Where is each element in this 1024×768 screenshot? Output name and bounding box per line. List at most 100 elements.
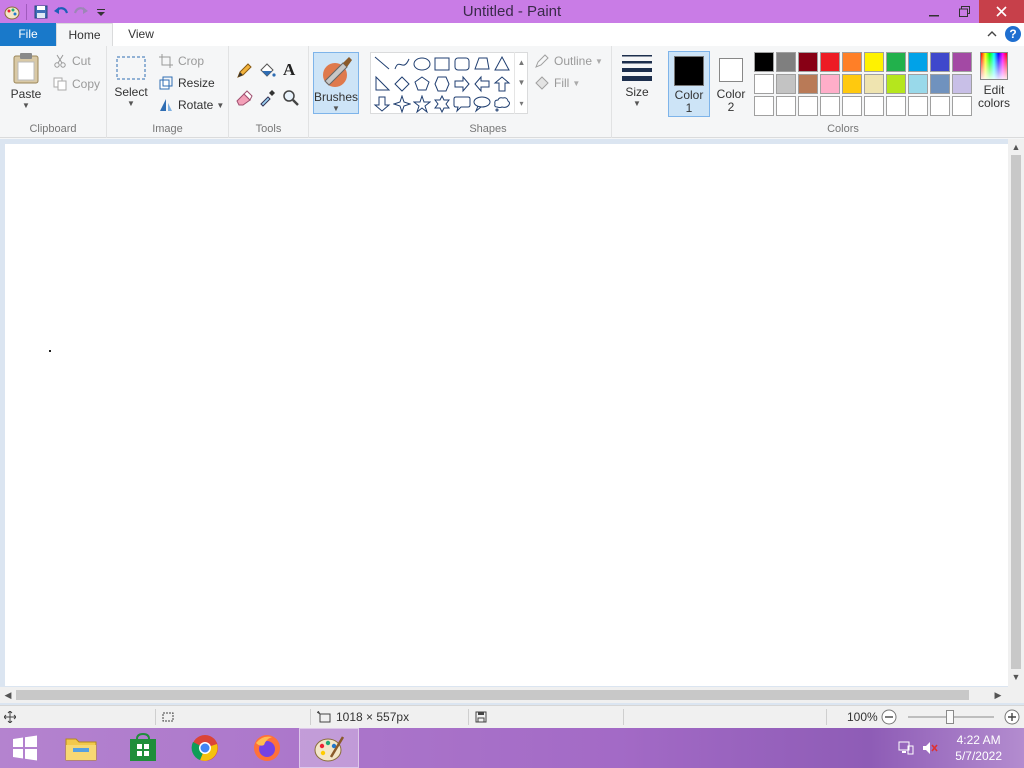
help-icon[interactable]: ? — [1005, 26, 1021, 42]
palette-swatch[interactable] — [754, 96, 774, 116]
palette-swatch[interactable] — [952, 52, 972, 72]
copy-button[interactable]: Copy — [52, 76, 100, 92]
minimize-button[interactable] — [919, 0, 949, 23]
scroll-down-icon[interactable]: ▼ — [518, 78, 526, 87]
size-button[interactable]: Size ▼ — [618, 52, 656, 116]
palette-swatch[interactable] — [820, 52, 840, 72]
horizontal-scroll-thumb[interactable] — [16, 690, 969, 700]
scroll-down-icon[interactable]: ▼ — [1008, 669, 1024, 685]
tab-file[interactable]: File — [0, 23, 56, 46]
vertical-scroll-thumb[interactable] — [1011, 155, 1021, 669]
four-point-star-shape-icon[interactable] — [392, 94, 412, 114]
palette-swatch[interactable] — [842, 96, 862, 116]
fill-button[interactable]: Fill ▼ — [534, 75, 580, 91]
pencil-tool[interactable] — [235, 62, 253, 80]
horizontal-scrollbar[interactable]: ◀ ▶ — [0, 687, 1008, 703]
up-arrow-shape-icon[interactable] — [492, 74, 512, 94]
magnifier-tool[interactable] — [282, 89, 300, 107]
brushes-button[interactable]: Brushes ▼ — [313, 52, 359, 114]
restore-button[interactable] — [949, 0, 979, 23]
zoom-slider[interactable] — [908, 710, 994, 724]
down-arrow-shape-icon[interactable] — [372, 94, 392, 114]
scroll-right-icon[interactable]: ▶ — [990, 687, 1006, 703]
palette-swatch[interactable] — [886, 74, 906, 94]
palette-swatch[interactable] — [952, 74, 972, 94]
polygon-shape-icon[interactable] — [472, 54, 492, 74]
palette-swatch[interactable] — [798, 96, 818, 116]
curve-shape-icon[interactable] — [392, 54, 412, 74]
crop-button[interactable]: Crop — [158, 53, 204, 69]
palette-swatch[interactable] — [908, 74, 928, 94]
save-icon[interactable] — [31, 2, 51, 22]
palette-swatch[interactable] — [930, 52, 950, 72]
color-picker-tool[interactable] — [258, 89, 276, 107]
close-button[interactable] — [979, 0, 1024, 23]
palette-swatch[interactable] — [798, 74, 818, 94]
rotate-button[interactable]: Rotate ▼ — [158, 97, 224, 113]
taskbar-file-explorer[interactable] — [51, 728, 111, 768]
right-arrow-shape-icon[interactable] — [452, 74, 472, 94]
pentagon-shape-icon[interactable] — [412, 74, 432, 94]
network-icon[interactable] — [896, 728, 916, 768]
scroll-up-icon[interactable]: ▲ — [518, 58, 526, 67]
taskbar-paint[interactable] — [299, 728, 359, 768]
line-shape-icon[interactable] — [372, 54, 392, 74]
palette-swatch[interactable] — [820, 74, 840, 94]
redo-icon[interactable] — [71, 2, 91, 22]
palette-swatch[interactable] — [930, 96, 950, 116]
palette-swatch[interactable] — [842, 52, 862, 72]
chevron-up-icon[interactable] — [984, 26, 1000, 42]
tab-view[interactable]: View — [113, 23, 169, 46]
resize-button[interactable]: Resize — [158, 75, 215, 91]
scroll-left-icon[interactable]: ◀ — [0, 687, 16, 703]
hexagon-shape-icon[interactable] — [432, 74, 452, 94]
text-tool[interactable]: A — [283, 60, 295, 80]
undo-icon[interactable] — [51, 2, 71, 22]
taskbar-firefox[interactable] — [237, 728, 297, 768]
taskbar-chrome[interactable] — [175, 728, 235, 768]
palette-swatch[interactable] — [842, 74, 862, 94]
palette-swatch[interactable] — [908, 52, 928, 72]
eraser-tool[interactable] — [235, 89, 253, 107]
palette-swatch[interactable] — [776, 52, 796, 72]
taskbar-store[interactable] — [113, 728, 173, 768]
palette-swatch[interactable] — [776, 96, 796, 116]
color1-button[interactable]: Color 1 — [668, 51, 710, 117]
palette-swatch[interactable] — [820, 96, 840, 116]
palette-swatch[interactable] — [930, 74, 950, 94]
outline-button[interactable]: Outline ▼ — [534, 53, 603, 69]
triangle-shape-icon[interactable] — [492, 54, 512, 74]
oval-callout-shape-icon[interactable] — [472, 94, 492, 114]
cloud-callout-shape-icon[interactable] — [492, 94, 512, 114]
right-triangle-shape-icon[interactable] — [372, 74, 392, 94]
palette-swatch[interactable] — [776, 74, 796, 94]
palette-swatch[interactable] — [864, 74, 884, 94]
five-point-star-shape-icon[interactable] — [412, 94, 432, 114]
scroll-up-icon[interactable]: ▲ — [1008, 139, 1024, 155]
edit-colors-button[interactable]: Edit colors — [975, 52, 1013, 118]
rectangle-shape-icon[interactable] — [432, 54, 452, 74]
cut-button[interactable]: Cut — [52, 53, 91, 69]
six-point-star-shape-icon[interactable] — [432, 94, 452, 114]
system-clock[interactable]: 4:22 AM 5/7/2022 — [955, 732, 1002, 764]
palette-swatch[interactable] — [754, 74, 774, 94]
paint-app-icon[interactable] — [2, 2, 22, 22]
zoom-in-button[interactable] — [1004, 706, 1020, 728]
oval-shape-icon[interactable] — [412, 54, 432, 74]
tab-home[interactable]: Home — [56, 23, 113, 46]
start-button[interactable] — [0, 728, 50, 768]
drawing-canvas[interactable] — [5, 144, 1008, 686]
palette-swatch[interactable] — [952, 96, 972, 116]
palette-swatch[interactable] — [798, 52, 818, 72]
zoom-out-button[interactable] — [881, 706, 897, 728]
fill-tool[interactable] — [258, 62, 276, 80]
palette-swatch[interactable] — [864, 52, 884, 72]
rounded-callout-shape-icon[interactable] — [452, 94, 472, 114]
expand-gallery-icon[interactable]: ▾ — [519, 99, 523, 108]
palette-swatch[interactable] — [864, 96, 884, 116]
palette-swatch[interactable] — [886, 52, 906, 72]
palette-swatch[interactable] — [754, 52, 774, 72]
rounded-rectangle-shape-icon[interactable] — [452, 54, 472, 74]
color2-button[interactable]: Color 2 — [712, 51, 750, 117]
customize-qat-icon[interactable] — [91, 2, 111, 22]
